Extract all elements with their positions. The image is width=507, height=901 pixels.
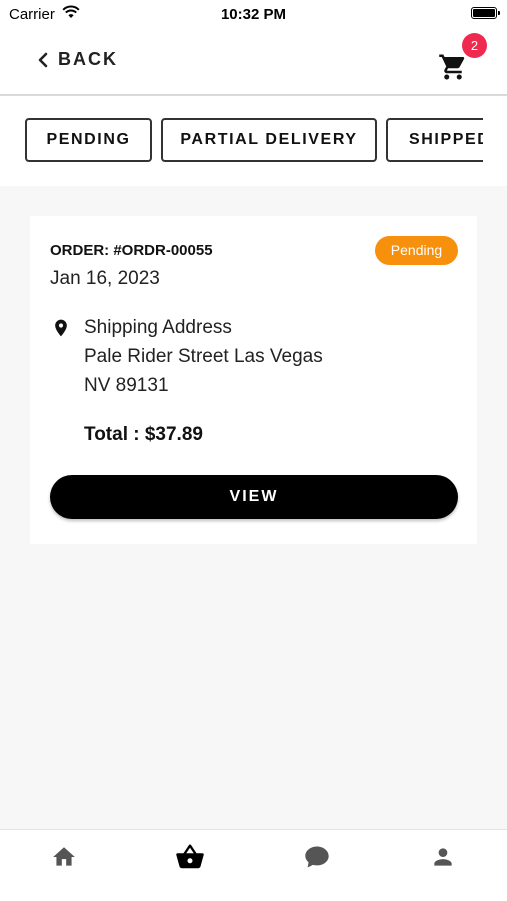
order-card: ORDER: #ORDR-00055 Jan 16, 2023 Pending … — [30, 216, 477, 544]
view-order-button[interactable]: VIEW — [50, 475, 458, 519]
status-bar: Carrier 10:32 PM — [0, 0, 507, 28]
basket-icon — [175, 842, 205, 877]
status-badge: Pending — [375, 236, 458, 265]
cart-count-badge: 2 — [462, 33, 487, 58]
home-icon — [51, 844, 77, 875]
location-pin-icon — [51, 317, 71, 344]
nav-orders[interactable] — [127, 830, 253, 888]
nav-home[interactable] — [1, 830, 127, 888]
clock: 10:32 PM — [220, 6, 287, 23]
address-line-2: NV 89131 — [84, 375, 169, 396]
battery-icon — [471, 7, 500, 19]
top-bar: BACK 2 — [0, 28, 507, 96]
tab-partial-delivery[interactable]: PARTIAL DELIVERY — [161, 118, 377, 162]
address-label: Shipping Address — [84, 317, 232, 338]
order-total: Total : $37.89 — [84, 424, 203, 445]
bottom-nav — [0, 829, 507, 901]
cart-icon[interactable] — [438, 52, 468, 82]
back-button[interactable]: BACK — [28, 49, 118, 70]
back-label: BACK — [58, 49, 118, 69]
tab-pending[interactable]: PENDING — [25, 118, 152, 162]
address-line-1: Pale Rider Street Las Vegas — [84, 346, 323, 367]
nav-messages[interactable] — [254, 830, 380, 888]
order-number: ORDER: #ORDR-00055 — [50, 242, 213, 259]
chat-icon — [303, 843, 331, 876]
order-date: Jan 16, 2023 — [50, 268, 160, 289]
chevron-left-icon — [37, 52, 49, 68]
order-status-tabs: PENDING PARTIAL DELIVERY SHIPPED — [0, 96, 507, 186]
profile-icon — [430, 844, 456, 875]
nav-profile[interactable] — [380, 830, 506, 888]
